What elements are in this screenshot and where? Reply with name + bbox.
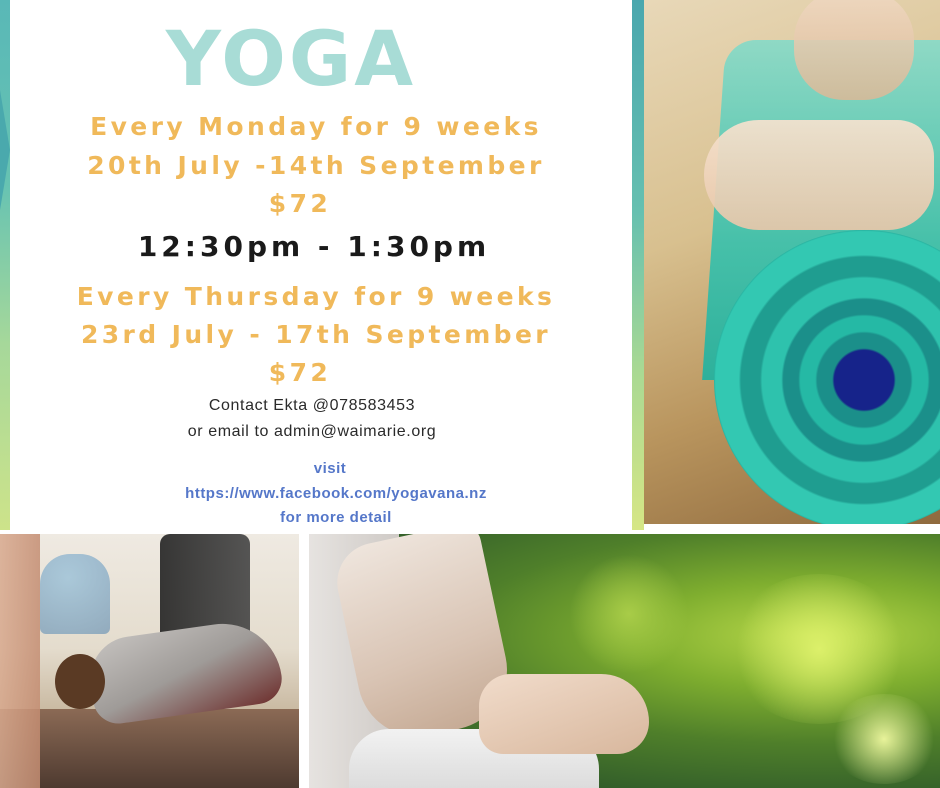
visit-label: visit <box>313 460 347 477</box>
session1-days: Every Monday for 9 weeks <box>90 112 542 141</box>
floor-shape <box>0 709 299 788</box>
contact-email[interactable]: or email to admin@waimarie.org <box>0 423 628 441</box>
contact-phone: Contact Ekta @078583453 <box>208 397 416 414</box>
session2-dates: 23rd July - 17th September <box>80 320 552 349</box>
page-title: YOGA <box>165 14 417 103</box>
hand-shape <box>704 120 934 230</box>
meditation-hand-photo <box>309 534 940 788</box>
session-time: 12:30pm - 1:30pm <box>137 230 491 263</box>
session2-days: Every Thursday for 9 weeks <box>76 282 556 311</box>
session1-dates: 20th July -14th September <box>87 151 545 180</box>
bokeh-shape <box>569 554 689 674</box>
yoga-flyer: YOGA Every Monday for 9 weeks 20th July … <box>0 0 940 788</box>
mudra-hand-shape <box>479 674 649 754</box>
session2-price: $72 <box>268 358 332 387</box>
rolled-yoga-mat-photo <box>644 0 940 524</box>
bokeh-shape <box>829 694 939 784</box>
student-head-shape <box>55 654 105 709</box>
foreground-person-shape <box>0 534 40 788</box>
right-accent-stripe <box>632 0 644 530</box>
background-person-shape <box>40 554 110 634</box>
more-detail-label: for more detail <box>280 509 392 526</box>
facebook-link[interactable]: https://www.facebook.com/yogavana.nz <box>20 485 652 502</box>
session1-price: $72 <box>268 189 332 218</box>
hand-shape <box>794 0 914 100</box>
yoga-class-photo <box>0 534 299 788</box>
